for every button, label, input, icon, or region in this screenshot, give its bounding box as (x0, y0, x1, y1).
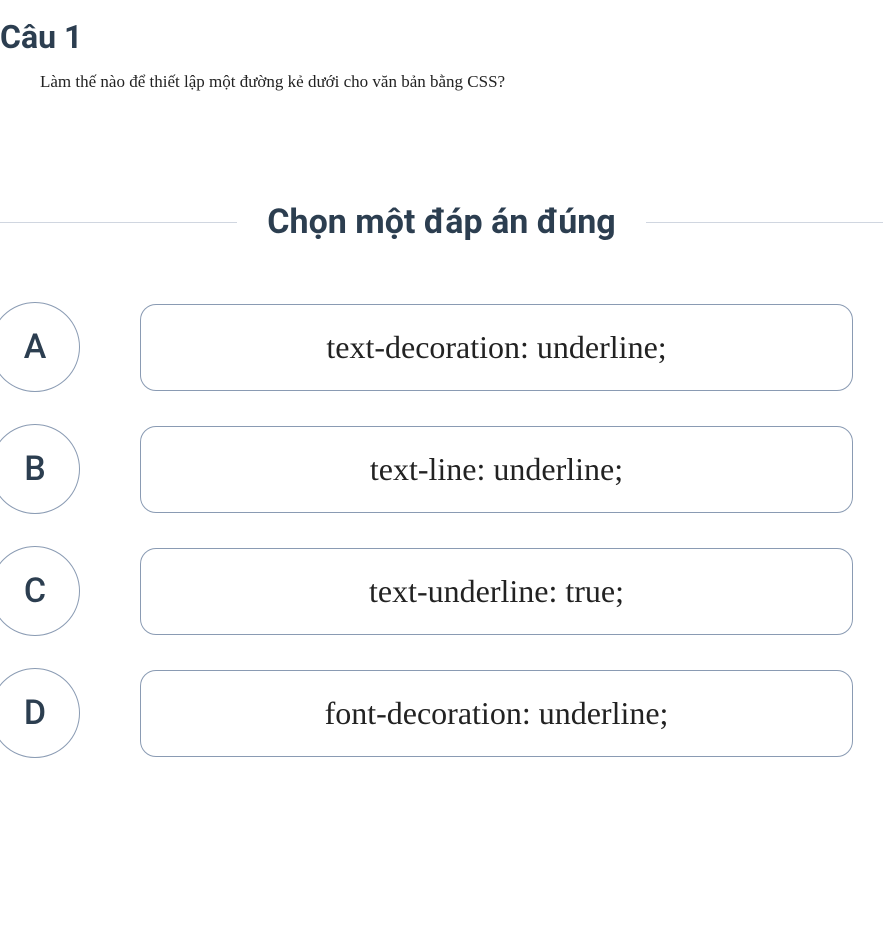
options-list: A text-decoration: underline; B text-lin… (0, 282, 883, 798)
option-letter-a[interactable]: A (0, 302, 80, 392)
option-text-b[interactable]: text-line: underline; (140, 426, 853, 513)
instruction-text: Chọn một đáp án đúng (237, 202, 645, 242)
instruction-row: Chọn một đáp án đúng (0, 202, 883, 242)
divider-right (646, 222, 883, 223)
option-letter-c[interactable]: C (0, 546, 80, 636)
option-text-a[interactable]: text-decoration: underline; (140, 304, 853, 391)
question-text: Làm thế nào để thiết lập một đường kẻ dư… (0, 56, 883, 92)
option-letter-b[interactable]: B (0, 424, 80, 514)
question-title: Câu 1 (0, 0, 883, 56)
option-a[interactable]: A text-decoration: underline; (0, 302, 853, 392)
option-text-c[interactable]: text-underline: true; (140, 548, 853, 635)
option-d[interactable]: D font-decoration: underline; (0, 668, 853, 758)
option-letter-d[interactable]: D (0, 668, 80, 758)
divider-left (0, 222, 237, 223)
option-c[interactable]: C text-underline: true; (0, 546, 853, 636)
option-b[interactable]: B text-line: underline; (0, 424, 853, 514)
option-text-d[interactable]: font-decoration: underline; (140, 670, 853, 757)
